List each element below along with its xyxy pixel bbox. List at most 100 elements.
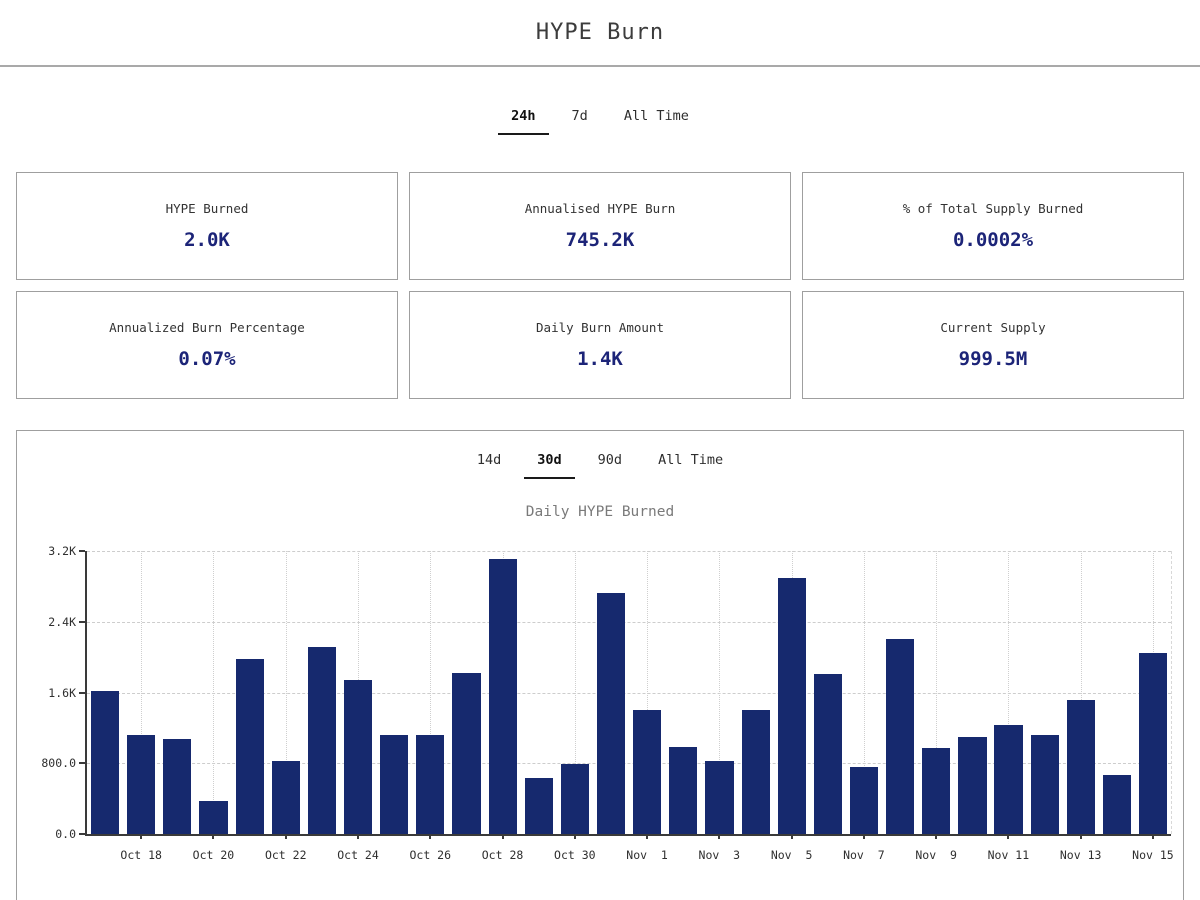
bar-slot (340, 551, 376, 834)
x-axis-tick (429, 834, 432, 839)
bar-nov-11 (994, 725, 1023, 834)
bar-oct-30 (560, 764, 589, 834)
x-axis-tick (573, 834, 576, 839)
bar-slot (665, 551, 701, 834)
bar-nov-15 (1139, 652, 1168, 834)
chart-tab-90d[interactable]: 90d (585, 452, 635, 479)
x-axis-label: Oct 28 (481, 848, 524, 862)
x-axis-label: Nov 15 (1132, 848, 1174, 862)
x-axis-tick (140, 834, 143, 839)
bar-nov-5 (777, 577, 806, 834)
bar-oct-17 (90, 690, 120, 834)
bar-nov-4 (741, 710, 770, 834)
bar-slot (159, 551, 195, 834)
stat-card-value: 745.2K (565, 229, 635, 251)
tab-7d[interactable]: 7d (559, 108, 601, 135)
chart-tab-14d[interactable]: 14d (464, 452, 514, 479)
app-header: HYPE Burn (0, 0, 1200, 67)
x-axis-label: Nov 9 (915, 848, 957, 862)
bar-oct-27 (452, 673, 481, 834)
y-axis-tick (79, 550, 85, 552)
bar-nov-7 (849, 766, 879, 834)
bar-slot (882, 551, 918, 834)
y-axis-label: 1.6K (48, 685, 76, 700)
stat-card-annualized-burn-percentage: Annualized Burn Percentage 0.07% (16, 291, 398, 399)
x-axis-label: Oct 30 (554, 848, 596, 862)
bar-slot (1027, 551, 1063, 834)
tab-24h[interactable]: 24h (498, 108, 549, 135)
bar-oct-21 (235, 658, 264, 834)
bar-nov-10 (958, 736, 987, 834)
bar-oct-18 (127, 734, 156, 834)
stat-card-pct-of-total-supply-burned: % of Total Supply Burned 0.0002% (802, 172, 1184, 280)
x-axis-tick (212, 834, 215, 839)
x-axis-label: Oct 22 (264, 848, 307, 862)
x-axis-tick (357, 834, 359, 839)
bar-slot (991, 551, 1027, 834)
x-axis-label: Oct 24 (337, 848, 379, 862)
x-axis-tick (646, 834, 649, 839)
x-axis-tick (501, 834, 504, 839)
tab-all-time[interactable]: All Time (611, 108, 702, 135)
y-axis-tick (79, 762, 85, 765)
bar-slot (1135, 551, 1171, 834)
stat-card-current-supply: Current Supply 999.5M (802, 291, 1184, 399)
bar-slot (846, 551, 882, 834)
stat-card-value: 2.0K (184, 229, 230, 251)
bar-nov-2 (669, 747, 698, 834)
bar-slot (448, 551, 484, 834)
bar-slot (123, 551, 159, 834)
chart-tab-30d[interactable]: 30d (524, 452, 575, 479)
x-axis-tick (862, 834, 865, 839)
x-axis-label: Nov 5 (770, 848, 813, 862)
stat-card-label: HYPE Burned (165, 201, 249, 216)
x-axis-label: Oct 20 (192, 848, 235, 862)
stat-card-label: % of Total Supply Burned (902, 201, 1084, 216)
bar-oct-24 (343, 680, 373, 834)
x-axis-tick (284, 834, 287, 839)
x-axis-label: Oct 18 (120, 848, 162, 862)
x-axis-label: Nov 1 (626, 848, 668, 862)
bar-nov-8 (886, 639, 915, 834)
y-axis-label: 2.4K (48, 614, 76, 629)
bar-slot (376, 551, 412, 834)
bar-nov-14 (1102, 774, 1132, 834)
daily-hype-burned-chart: 0.0 800.0 1.6K 2.4K 3.2K Oct 18 Oct 20 Oct 22 Oc… (41, 544, 1173, 862)
chart-tab-all-time[interactable]: All Time (645, 452, 736, 479)
bar-slot (87, 551, 123, 834)
x-axis-tick (1151, 834, 1154, 839)
bar-slot (738, 551, 774, 834)
stat-card-value: 0.0002% (952, 229, 1034, 251)
stat-card-value: 999.5M (958, 348, 1028, 370)
page-title: HYPE Burn (535, 20, 665, 45)
chart-panel: 14d 30d 90d All Time Daily HYPE Burned 0.0 8… (16, 430, 1184, 900)
bar-oct-22 (271, 760, 300, 834)
x-axis-tick (1007, 834, 1010, 839)
x-axis-tick (718, 834, 721, 839)
stat-card-hype-burned: HYPE Burned 2.0K (16, 172, 398, 280)
x-axis-label: Nov 13 (1059, 848, 1102, 862)
stat-card-label: Daily Burn Amount (536, 320, 664, 335)
bar-slot (485, 551, 521, 834)
chart-title: Daily HYPE Burned (525, 504, 675, 520)
x-axis-label: Nov 11 (987, 848, 1030, 862)
bar-slot (195, 551, 231, 834)
bar-oct-25 (380, 734, 409, 834)
bar-oct-20 (199, 801, 228, 834)
stat-card-label: Annualized Burn Percentage (109, 320, 305, 335)
bar-oct-19 (163, 739, 192, 834)
bar-slot (629, 551, 665, 834)
bar-slot (304, 551, 340, 834)
stat-card-value: 1.4K (577, 348, 623, 370)
stat-card-label: Annualised HYPE Burn (524, 201, 676, 216)
bar-nov-13 (1066, 700, 1095, 834)
bar-slot (954, 551, 990, 834)
y-axis-label: 0.0 (55, 827, 76, 841)
bar-slot (701, 551, 737, 834)
stat-card-annualised-hype-burn: Annualised HYPE Burn 745.2K (409, 172, 791, 280)
bar-nov-12 (1030, 734, 1059, 834)
bar-oct-29 (524, 778, 553, 834)
period-tabs: 24h 7d All Time (0, 108, 1200, 135)
bar-slot (774, 551, 810, 834)
bar-slot (1099, 551, 1135, 834)
